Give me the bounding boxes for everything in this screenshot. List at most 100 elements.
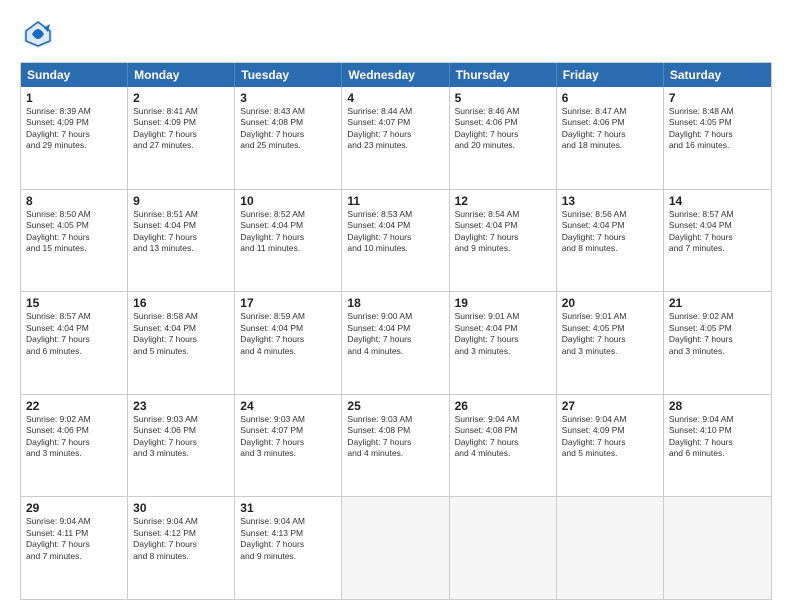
day-info: Sunrise: 9:00 AM Sunset: 4:04 PM Dayligh… bbox=[347, 311, 443, 357]
weekday-header: Thursday bbox=[450, 63, 557, 87]
day-info: Sunrise: 9:01 AM Sunset: 4:05 PM Dayligh… bbox=[562, 311, 658, 357]
calendar-cell bbox=[342, 497, 449, 599]
header bbox=[20, 16, 772, 52]
day-info: Sunrise: 8:48 AM Sunset: 4:05 PM Dayligh… bbox=[669, 106, 766, 152]
calendar-cell: 24Sunrise: 9:03 AM Sunset: 4:07 PM Dayli… bbox=[235, 395, 342, 497]
calendar-cell: 22Sunrise: 9:02 AM Sunset: 4:06 PM Dayli… bbox=[21, 395, 128, 497]
day-number: 16 bbox=[133, 296, 229, 310]
calendar-cell: 27Sunrise: 9:04 AM Sunset: 4:09 PM Dayli… bbox=[557, 395, 664, 497]
day-info: Sunrise: 8:41 AM Sunset: 4:09 PM Dayligh… bbox=[133, 106, 229, 152]
calendar-cell: 29Sunrise: 9:04 AM Sunset: 4:11 PM Dayli… bbox=[21, 497, 128, 599]
calendar-cell bbox=[557, 497, 664, 599]
calendar-row: 8Sunrise: 8:50 AM Sunset: 4:05 PM Daylig… bbox=[21, 189, 771, 292]
day-number: 18 bbox=[347, 296, 443, 310]
day-info: Sunrise: 9:04 AM Sunset: 4:09 PM Dayligh… bbox=[562, 414, 658, 460]
calendar-row: 29Sunrise: 9:04 AM Sunset: 4:11 PM Dayli… bbox=[21, 496, 771, 599]
weekday-header: Saturday bbox=[664, 63, 771, 87]
day-number: 1 bbox=[26, 91, 122, 105]
day-number: 5 bbox=[455, 91, 551, 105]
day-info: Sunrise: 8:47 AM Sunset: 4:06 PM Dayligh… bbox=[562, 106, 658, 152]
calendar-row: 15Sunrise: 8:57 AM Sunset: 4:04 PM Dayli… bbox=[21, 291, 771, 394]
page: SundayMondayTuesdayWednesdayThursdayFrid… bbox=[0, 0, 792, 612]
calendar-cell: 26Sunrise: 9:04 AM Sunset: 4:08 PM Dayli… bbox=[450, 395, 557, 497]
calendar-cell: 13Sunrise: 8:56 AM Sunset: 4:04 PM Dayli… bbox=[557, 190, 664, 292]
day-info: Sunrise: 9:01 AM Sunset: 4:04 PM Dayligh… bbox=[455, 311, 551, 357]
day-number: 11 bbox=[347, 194, 443, 208]
day-number: 8 bbox=[26, 194, 122, 208]
weekday-header: Tuesday bbox=[235, 63, 342, 87]
day-number: 3 bbox=[240, 91, 336, 105]
day-number: 13 bbox=[562, 194, 658, 208]
day-info: Sunrise: 8:46 AM Sunset: 4:06 PM Dayligh… bbox=[455, 106, 551, 152]
day-number: 29 bbox=[26, 501, 122, 515]
calendar-cell: 31Sunrise: 9:04 AM Sunset: 4:13 PM Dayli… bbox=[235, 497, 342, 599]
calendar-cell: 19Sunrise: 9:01 AM Sunset: 4:04 PM Dayli… bbox=[450, 292, 557, 394]
day-number: 14 bbox=[669, 194, 766, 208]
calendar-cell: 28Sunrise: 9:04 AM Sunset: 4:10 PM Dayli… bbox=[664, 395, 771, 497]
day-number: 27 bbox=[562, 399, 658, 413]
day-info: Sunrise: 8:57 AM Sunset: 4:04 PM Dayligh… bbox=[26, 311, 122, 357]
calendar-cell: 23Sunrise: 9:03 AM Sunset: 4:06 PM Dayli… bbox=[128, 395, 235, 497]
calendar: SundayMondayTuesdayWednesdayThursdayFrid… bbox=[20, 62, 772, 600]
weekday-header: Friday bbox=[557, 63, 664, 87]
day-info: Sunrise: 9:03 AM Sunset: 4:08 PM Dayligh… bbox=[347, 414, 443, 460]
day-number: 28 bbox=[669, 399, 766, 413]
calendar-cell: 3Sunrise: 8:43 AM Sunset: 4:08 PM Daylig… bbox=[235, 87, 342, 189]
day-info: Sunrise: 9:03 AM Sunset: 4:07 PM Dayligh… bbox=[240, 414, 336, 460]
calendar-cell: 17Sunrise: 8:59 AM Sunset: 4:04 PM Dayli… bbox=[235, 292, 342, 394]
day-number: 25 bbox=[347, 399, 443, 413]
day-info: Sunrise: 9:03 AM Sunset: 4:06 PM Dayligh… bbox=[133, 414, 229, 460]
calendar-cell: 1Sunrise: 8:39 AM Sunset: 4:09 PM Daylig… bbox=[21, 87, 128, 189]
calendar-cell: 10Sunrise: 8:52 AM Sunset: 4:04 PM Dayli… bbox=[235, 190, 342, 292]
day-number: 22 bbox=[26, 399, 122, 413]
day-info: Sunrise: 8:43 AM Sunset: 4:08 PM Dayligh… bbox=[240, 106, 336, 152]
calendar-cell: 16Sunrise: 8:58 AM Sunset: 4:04 PM Dayli… bbox=[128, 292, 235, 394]
calendar-cell: 12Sunrise: 8:54 AM Sunset: 4:04 PM Dayli… bbox=[450, 190, 557, 292]
calendar-cell: 18Sunrise: 9:00 AM Sunset: 4:04 PM Dayli… bbox=[342, 292, 449, 394]
day-number: 24 bbox=[240, 399, 336, 413]
calendar-cell: 20Sunrise: 9:01 AM Sunset: 4:05 PM Dayli… bbox=[557, 292, 664, 394]
calendar-cell: 2Sunrise: 8:41 AM Sunset: 4:09 PM Daylig… bbox=[128, 87, 235, 189]
day-info: Sunrise: 8:44 AM Sunset: 4:07 PM Dayligh… bbox=[347, 106, 443, 152]
calendar-cell: 9Sunrise: 8:51 AM Sunset: 4:04 PM Daylig… bbox=[128, 190, 235, 292]
day-number: 7 bbox=[669, 91, 766, 105]
day-info: Sunrise: 9:04 AM Sunset: 4:12 PM Dayligh… bbox=[133, 516, 229, 562]
day-number: 2 bbox=[133, 91, 229, 105]
calendar-cell: 15Sunrise: 8:57 AM Sunset: 4:04 PM Dayli… bbox=[21, 292, 128, 394]
day-number: 23 bbox=[133, 399, 229, 413]
day-number: 30 bbox=[133, 501, 229, 515]
day-info: Sunrise: 8:59 AM Sunset: 4:04 PM Dayligh… bbox=[240, 311, 336, 357]
day-info: Sunrise: 8:52 AM Sunset: 4:04 PM Dayligh… bbox=[240, 209, 336, 255]
day-number: 6 bbox=[562, 91, 658, 105]
weekday-header: Wednesday bbox=[342, 63, 449, 87]
day-number: 4 bbox=[347, 91, 443, 105]
day-info: Sunrise: 9:04 AM Sunset: 4:08 PM Dayligh… bbox=[455, 414, 551, 460]
day-info: Sunrise: 9:04 AM Sunset: 4:11 PM Dayligh… bbox=[26, 516, 122, 562]
day-info: Sunrise: 8:57 AM Sunset: 4:04 PM Dayligh… bbox=[669, 209, 766, 255]
calendar-cell: 6Sunrise: 8:47 AM Sunset: 4:06 PM Daylig… bbox=[557, 87, 664, 189]
calendar-cell: 4Sunrise: 8:44 AM Sunset: 4:07 PM Daylig… bbox=[342, 87, 449, 189]
day-info: Sunrise: 9:04 AM Sunset: 4:13 PM Dayligh… bbox=[240, 516, 336, 562]
logo bbox=[20, 16, 62, 52]
day-info: Sunrise: 9:02 AM Sunset: 4:06 PM Dayligh… bbox=[26, 414, 122, 460]
calendar-body: 1Sunrise: 8:39 AM Sunset: 4:09 PM Daylig… bbox=[21, 87, 771, 599]
calendar-cell: 25Sunrise: 9:03 AM Sunset: 4:08 PM Dayli… bbox=[342, 395, 449, 497]
calendar-cell: 30Sunrise: 9:04 AM Sunset: 4:12 PM Dayli… bbox=[128, 497, 235, 599]
day-number: 17 bbox=[240, 296, 336, 310]
day-info: Sunrise: 8:56 AM Sunset: 4:04 PM Dayligh… bbox=[562, 209, 658, 255]
day-number: 12 bbox=[455, 194, 551, 208]
day-number: 21 bbox=[669, 296, 766, 310]
day-number: 19 bbox=[455, 296, 551, 310]
calendar-row: 22Sunrise: 9:02 AM Sunset: 4:06 PM Dayli… bbox=[21, 394, 771, 497]
calendar-cell bbox=[450, 497, 557, 599]
weekday-header: Sunday bbox=[21, 63, 128, 87]
day-number: 9 bbox=[133, 194, 229, 208]
day-number: 31 bbox=[240, 501, 336, 515]
calendar-cell: 21Sunrise: 9:02 AM Sunset: 4:05 PM Dayli… bbox=[664, 292, 771, 394]
day-info: Sunrise: 8:50 AM Sunset: 4:05 PM Dayligh… bbox=[26, 209, 122, 255]
calendar-row: 1Sunrise: 8:39 AM Sunset: 4:09 PM Daylig… bbox=[21, 87, 771, 189]
weekday-header: Monday bbox=[128, 63, 235, 87]
day-number: 15 bbox=[26, 296, 122, 310]
day-info: Sunrise: 8:39 AM Sunset: 4:09 PM Dayligh… bbox=[26, 106, 122, 152]
day-number: 26 bbox=[455, 399, 551, 413]
